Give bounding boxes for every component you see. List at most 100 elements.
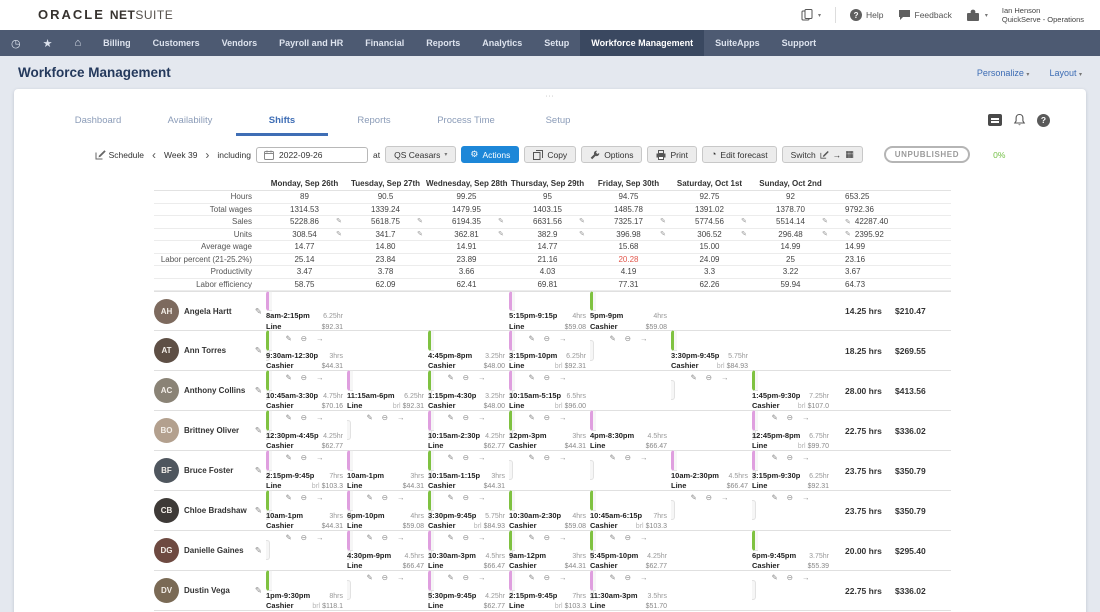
next-week-button[interactable]: › xyxy=(202,149,212,161)
tab-setup[interactable]: Setup xyxy=(512,109,604,136)
compose-icon xyxy=(95,150,106,160)
summary-value: 14.77 xyxy=(507,242,588,251)
break-indicator: brl xyxy=(311,483,320,491)
shift-card[interactable]: 11:30am-3pm3.5hrsLine$51.70✎⊖→ xyxy=(590,570,667,612)
caret-down-icon: ▾ xyxy=(818,12,822,19)
summary-value-text: 25.14 xyxy=(294,254,315,264)
edit-employee-icon[interactable]: ✎ xyxy=(255,505,264,516)
day-cell-4 xyxy=(588,453,669,489)
home-icon[interactable]: ⌂ xyxy=(63,30,92,56)
nav-item-billing[interactable]: Billing xyxy=(92,30,142,56)
edit-pencil-icon[interactable]: ✎ xyxy=(741,230,747,238)
edit-employee-icon[interactable]: ✎ xyxy=(255,545,264,556)
nav-item-workforce-management[interactable]: Workforce Management xyxy=(580,30,705,56)
switch-view-button[interactable]: Switch → ▦ xyxy=(781,146,863,163)
shift-card-row: 5:45pm-10pm 4.25hr xyxy=(590,551,667,562)
summary-value-text: 296.48 xyxy=(778,229,803,239)
drag-handle[interactable]: ⋯ xyxy=(545,91,555,102)
summary-value-text: 99.25 xyxy=(456,192,477,202)
nav-item-setup[interactable]: Setup xyxy=(533,30,580,56)
feedback-button[interactable]: Feedback xyxy=(898,9,952,21)
avatar: DV xyxy=(154,578,179,603)
employee-row: AT Ann Torres ✎ 9:30am-12:30p 3hrs Cashier $44… xyxy=(154,330,951,400)
shift-card-row: 6pm-9:45pm 3.75hr xyxy=(752,551,829,562)
nav-item-suiteapps[interactable]: SuiteApps xyxy=(704,30,771,56)
nav-item-support[interactable]: Support xyxy=(771,30,828,56)
summary-value-text: 396.98 xyxy=(616,229,641,239)
schedule-panel: ⋯ Dashboard Availability Shifts Reports Proc… xyxy=(14,89,1086,612)
day-header-4: Friday, Sep 30th xyxy=(597,178,660,188)
edit-employee-icon[interactable]: ✎ xyxy=(255,585,264,596)
shift-time: 2:15pm-9:45p xyxy=(266,470,315,480)
edit-forecast-button[interactable]: ◔ Edit forecast xyxy=(701,146,777,163)
edit-pencil-icon[interactable]: ✎ xyxy=(845,230,851,238)
date-input[interactable]: 2022-09-26 xyxy=(255,146,368,163)
shortcuts-star-icon[interactable]: ★ xyxy=(32,30,64,56)
roles-menu-button[interactable]: ▾ xyxy=(801,9,821,21)
edit-pencil-icon[interactable]: ✎ xyxy=(336,217,342,225)
edit-pencil-icon[interactable]: ✎ xyxy=(822,230,828,238)
shift-pay-amount: $66.47 xyxy=(645,443,667,451)
nav-item-analytics[interactable]: Analytics xyxy=(471,30,533,56)
shift-pay: $70.16 xyxy=(322,403,343,412)
shift-card-row: 6pm-10pm 4hrs xyxy=(347,511,424,522)
day-cell-2: 1:15pm-4:30p 3.25hr Cashier $48.00 ✎ ⊖ → xyxy=(426,370,507,440)
tab-process-time[interactable]: Process Time xyxy=(420,109,512,136)
edit-pencil-icon[interactable]: ✎ xyxy=(845,218,851,226)
shift-pay-amount: $44.31 xyxy=(402,483,424,491)
nav-item-reports[interactable]: Reports xyxy=(415,30,471,56)
edit-employee-icon[interactable]: ✎ xyxy=(255,345,264,356)
edit-pencil-icon[interactable]: ✎ xyxy=(660,217,666,225)
shift-pay-amount: $48.00 xyxy=(483,403,505,411)
edit-pencil-icon[interactable]: ✎ xyxy=(660,230,666,238)
edit-employee-icon[interactable]: ✎ xyxy=(255,306,264,317)
edit-pencil-icon[interactable]: ✎ xyxy=(498,217,504,225)
personalize-menu[interactable]: Personalize ▾ xyxy=(977,68,1030,78)
tab-strip: Dashboard Availability Shifts Reports Proces… xyxy=(52,109,1086,136)
recent-records-icon[interactable]: ◷ xyxy=(0,30,32,56)
tab-reports[interactable]: Reports xyxy=(328,109,420,136)
user-menu-button[interactable]: ▾ xyxy=(966,9,988,22)
shift-role: Cashier xyxy=(752,561,780,571)
edit-employee-icon[interactable]: ✎ xyxy=(255,425,264,436)
shift-time: 1pm-9:30pm xyxy=(266,590,311,600)
summary-value: 14.91 xyxy=(426,242,507,251)
summary-row-label: Total wages xyxy=(209,204,252,214)
shift-card[interactable]: 2:15pm-9:45p7hrsLinebrl$103.3✎⊖→ xyxy=(509,570,586,612)
edit-pencil-icon[interactable]: ✎ xyxy=(336,230,342,238)
notifications-bell-icon[interactable] xyxy=(1013,113,1026,127)
nav-item-vendors[interactable]: Vendors xyxy=(211,30,269,56)
edit-employee-icon[interactable]: ✎ xyxy=(255,465,264,476)
actions-button[interactable]: ⚙ Actions xyxy=(461,146,520,163)
previous-week-button[interactable]: ‹ xyxy=(149,149,159,161)
shift-card-row: Cashier $62.77 xyxy=(590,561,667,572)
edit-employee-icon[interactable]: ✎ xyxy=(255,385,264,396)
shift-card[interactable]: 1pm-9:30pm8hrsCashierbrl$118.1✎⊖→ xyxy=(266,570,343,612)
copy-button[interactable]: Copy xyxy=(524,146,577,163)
shift-card-row: 4:30pm-9pm 4.5hrs xyxy=(347,551,424,562)
tab-dashboard[interactable]: Dashboard xyxy=(52,109,144,136)
edit-pencil-icon[interactable]: ✎ xyxy=(417,230,423,238)
shift-pay-amount: $44.31 xyxy=(321,523,343,531)
help-button[interactable]: ? Help xyxy=(850,9,884,21)
shift-card[interactable]: 5:30pm-9:45p4.25hrLine$62.77✎⊖→ xyxy=(428,570,505,612)
options-button[interactable]: Options xyxy=(581,146,643,163)
edit-pencil-icon[interactable]: ✎ xyxy=(741,217,747,225)
panel-help-icon[interactable]: ? xyxy=(1037,113,1050,127)
shift-duration: 5.75hr xyxy=(728,352,748,360)
print-button[interactable]: Print xyxy=(647,146,697,163)
nav-item-financial[interactable]: Financial xyxy=(354,30,415,56)
edit-pencil-icon[interactable]: ✎ xyxy=(579,217,585,225)
nav-item-payroll-and-hr[interactable]: Payroll and HR xyxy=(268,30,354,56)
edit-pencil-icon[interactable]: ✎ xyxy=(822,217,828,225)
layout-menu[interactable]: Layout ▾ xyxy=(1049,68,1082,78)
comments-icon[interactable] xyxy=(988,114,1002,126)
tab-availability[interactable]: Availability xyxy=(144,109,236,136)
shift-duration: 6.25hr xyxy=(323,313,343,320)
tab-shifts[interactable]: Shifts xyxy=(236,109,328,136)
edit-pencil-icon[interactable]: ✎ xyxy=(417,217,423,225)
location-select[interactable]: QS Ceasars ▾ xyxy=(385,146,457,163)
edit-pencil-icon[interactable]: ✎ xyxy=(579,230,585,238)
edit-pencil-icon[interactable]: ✎ xyxy=(498,230,504,238)
nav-item-customers[interactable]: Customers xyxy=(142,30,211,56)
